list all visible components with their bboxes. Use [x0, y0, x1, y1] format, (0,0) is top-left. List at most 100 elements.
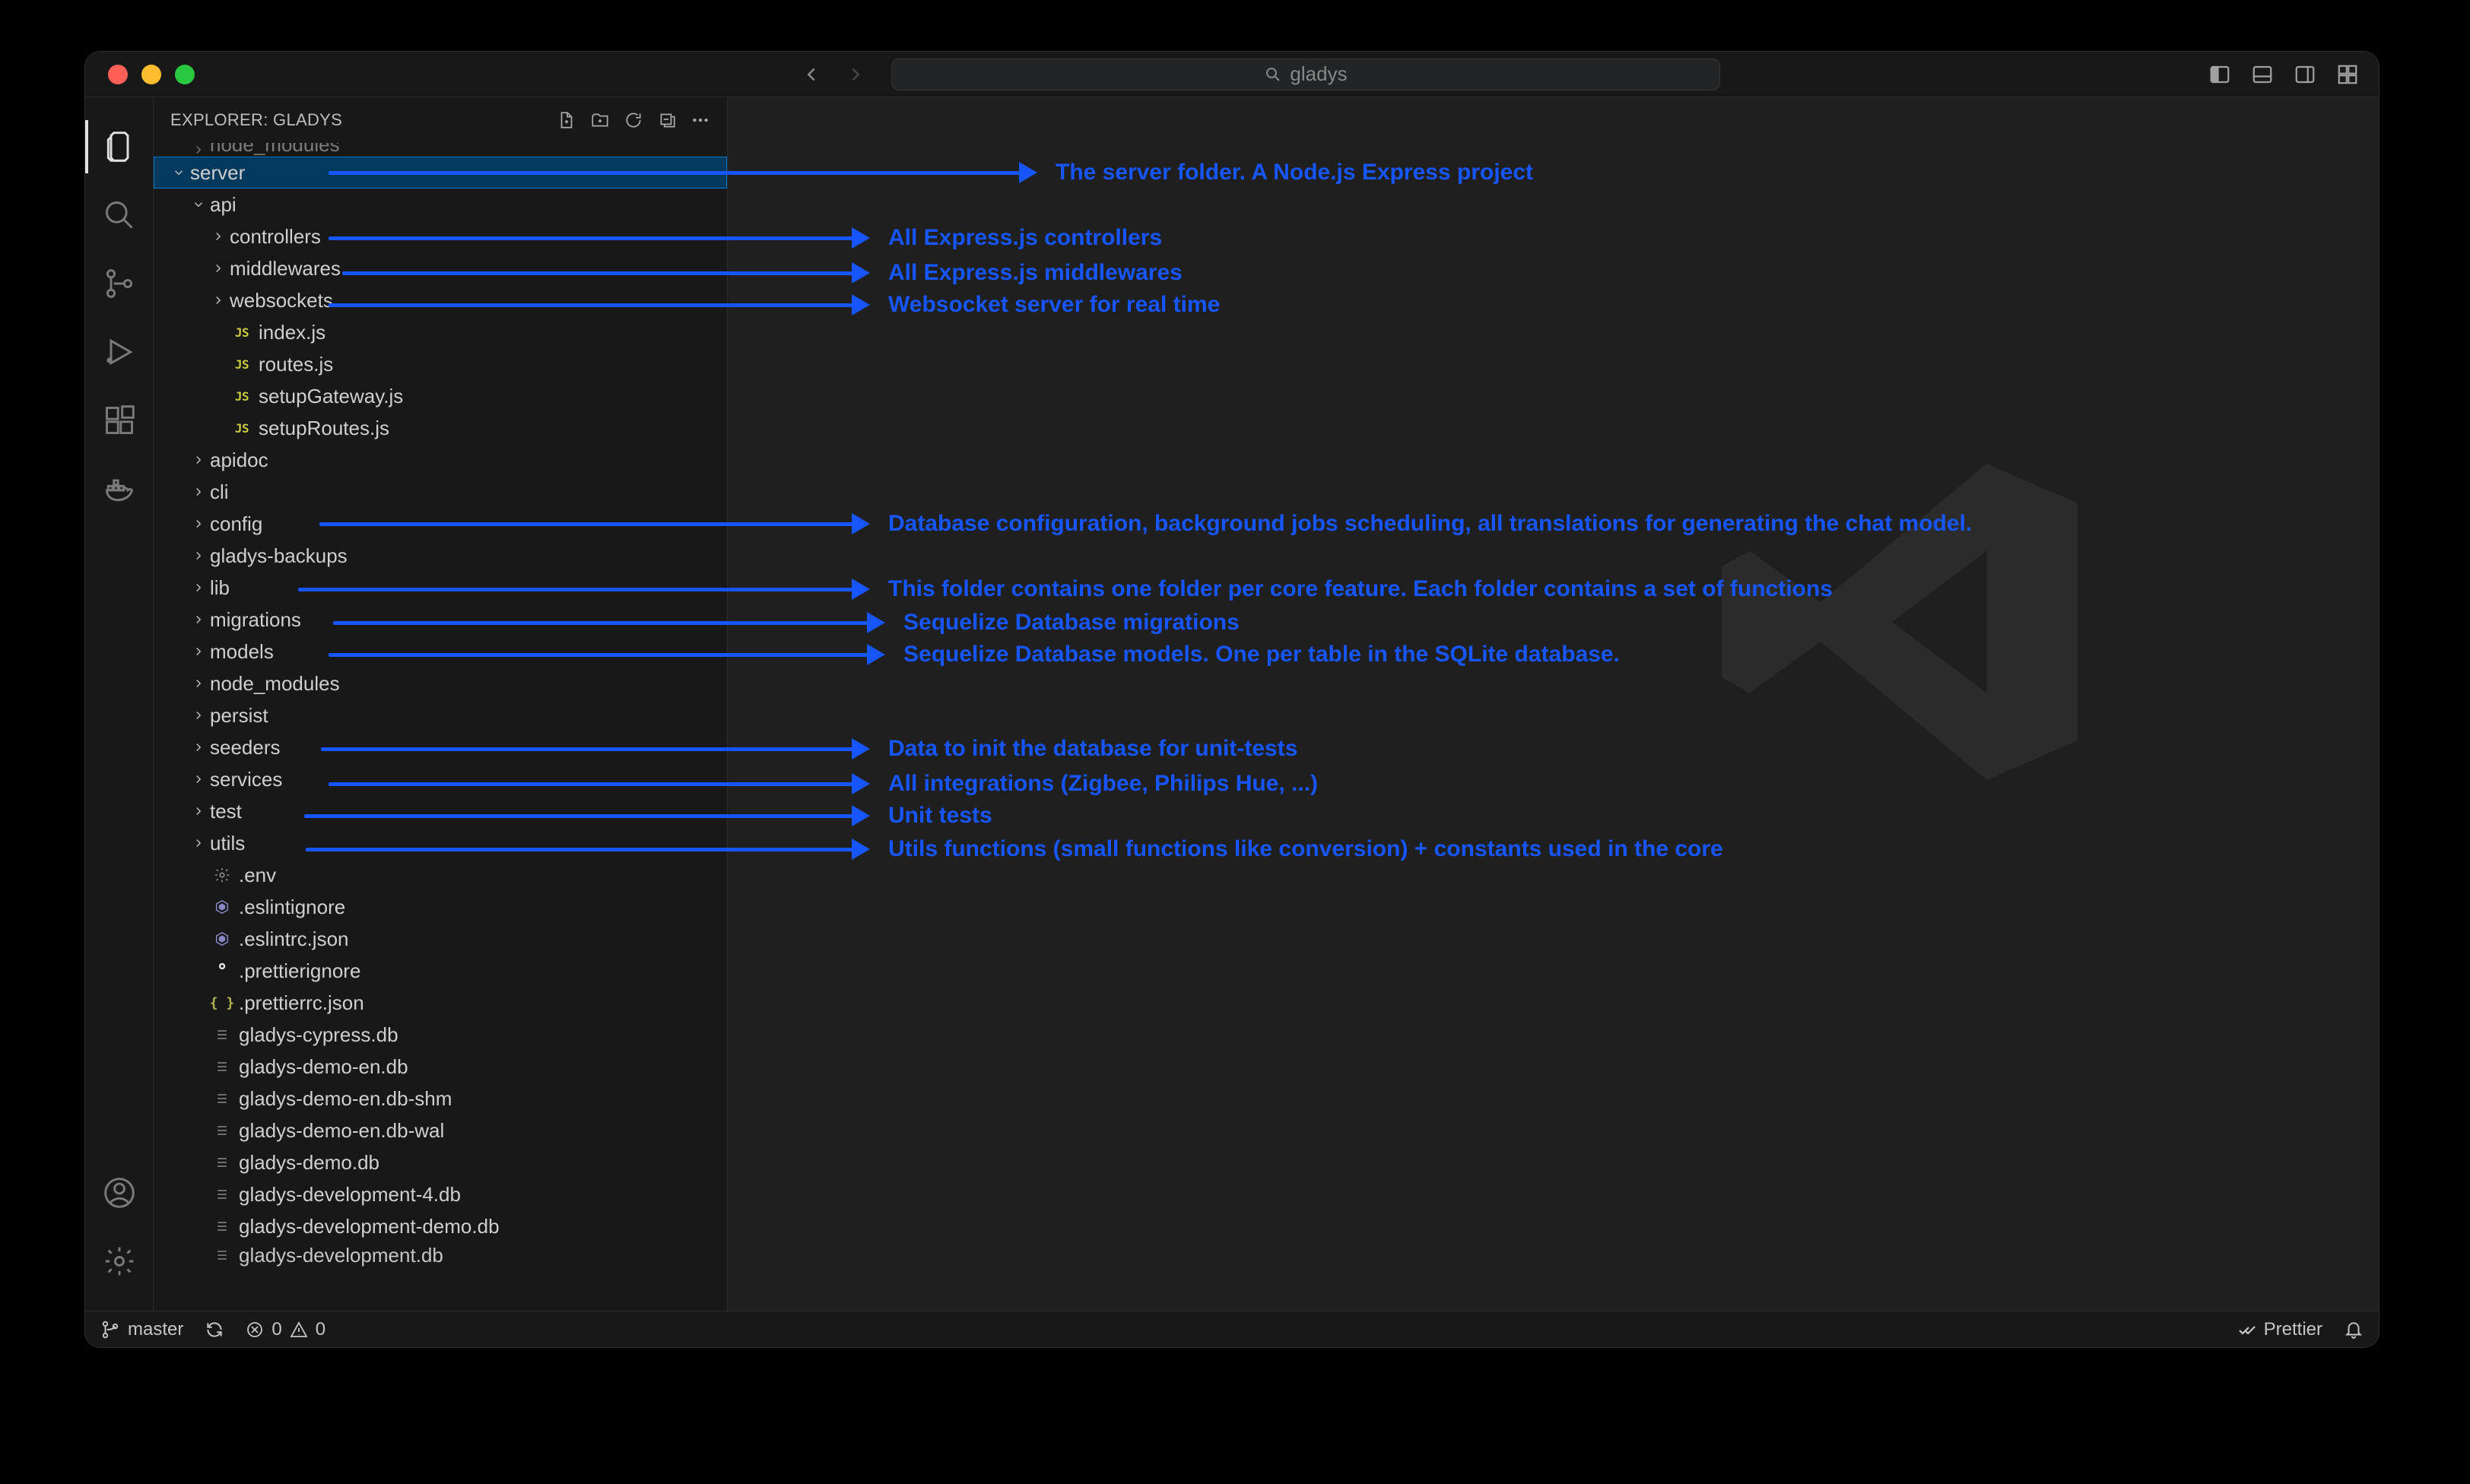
- activity-settings[interactable]: [85, 1227, 154, 1295]
- chevron-right-icon: [187, 740, 210, 754]
- tree-row[interactable]: node_modules: [154, 667, 727, 699]
- status-warning-count: 0: [316, 1319, 325, 1340]
- tree-row[interactable]: gladys-backups: [154, 540, 727, 572]
- tree-row[interactable]: config: [154, 508, 727, 540]
- tree-row[interactable]: gladys-development-4.db: [154, 1178, 727, 1210]
- explorer-header: EXPLORER: GLADYS: [154, 97, 727, 143]
- tree-row[interactable]: lib: [154, 572, 727, 604]
- tree-row[interactable]: middlewares: [154, 252, 727, 284]
- tree-item-label: .eslintignore: [239, 896, 345, 919]
- activity-source-control[interactable]: [85, 249, 154, 318]
- refresh-explorer-button[interactable]: [624, 110, 643, 130]
- tree-row[interactable]: JSsetupGateway.js: [154, 380, 727, 412]
- layout-controls: [2208, 63, 2359, 86]
- main-area: EXPLORER: GLADYS node_modulesserverapico…: [85, 97, 2379, 1311]
- status-prettier[interactable]: Prettier: [2238, 1319, 2322, 1340]
- activity-run-debug[interactable]: [85, 318, 154, 386]
- tree-row[interactable]: test: [154, 795, 727, 827]
- tree-row[interactable]: JSindex.js: [154, 316, 727, 348]
- tree-row[interactable]: apidoc: [154, 444, 727, 476]
- status-problems[interactable]: 0 0: [246, 1319, 325, 1340]
- status-notifications[interactable]: [2344, 1320, 2364, 1340]
- chevron-right-icon: [187, 613, 210, 626]
- chevron-right-icon: [207, 262, 230, 275]
- tree-item-label: test: [210, 800, 242, 823]
- tree-item-label: persist: [210, 704, 268, 728]
- tree-row[interactable]: controllers: [154, 220, 727, 252]
- chevron-right-icon: [187, 581, 210, 595]
- explorer-header-actions: [557, 110, 710, 130]
- error-icon: [246, 1321, 264, 1339]
- tree-row[interactable]: migrations: [154, 604, 727, 636]
- maximize-window-button[interactable]: [175, 65, 195, 84]
- chevron-right-icon: [187, 143, 210, 157]
- more-actions-button[interactable]: [691, 110, 710, 130]
- activity-accounts[interactable]: [85, 1159, 154, 1227]
- tree-row[interactable]: gladys-development.db: [154, 1242, 727, 1268]
- title-bar: gladys: [85, 52, 2379, 97]
- tree-row[interactable]: node_modules: [154, 143, 727, 157]
- nav-back-button[interactable]: [800, 63, 823, 86]
- tree-row[interactable]: JSsetupRoutes.js: [154, 412, 727, 444]
- nav-forward-button[interactable]: [844, 63, 867, 86]
- minimize-window-button[interactable]: [141, 65, 161, 84]
- status-sync[interactable]: [205, 1320, 224, 1340]
- command-center-search[interactable]: gladys: [891, 59, 1720, 90]
- tree-item-label: gladys-development-4.db: [239, 1183, 461, 1207]
- tree-item-label: gladys-development-demo.db: [239, 1215, 500, 1238]
- chevron-right-icon: [187, 709, 210, 722]
- chevron-right-icon: [207, 230, 230, 243]
- tree-row[interactable]: ༚.prettierignore: [154, 955, 727, 987]
- tree-row[interactable]: api: [154, 189, 727, 220]
- chevron-right-icon: [187, 804, 210, 818]
- tree-row[interactable]: websockets: [154, 284, 727, 316]
- tree-row[interactable]: gladys-development-demo.db: [154, 1210, 727, 1242]
- tree-item-label: gladys-demo.db: [239, 1151, 379, 1175]
- tree-row[interactable]: models: [154, 636, 727, 667]
- tree-item-label: gladys-demo-en.db: [239, 1055, 408, 1079]
- new-folder-button[interactable]: [590, 110, 610, 130]
- explorer-sidebar: EXPLORER: GLADYS node_modulesserverapico…: [154, 97, 728, 1311]
- toggle-panel-button[interactable]: [2251, 63, 2274, 86]
- chevron-right-icon: [187, 677, 210, 690]
- tree-item-label: setupRoutes.js: [259, 417, 389, 440]
- tree-row[interactable]: persist: [154, 699, 727, 731]
- tree-item-label: models: [210, 640, 274, 664]
- tree-row[interactable]: .eslintrc.json: [154, 923, 727, 955]
- toggle-secondary-sidebar-button[interactable]: [2294, 63, 2316, 86]
- tree-row[interactable]: cli: [154, 476, 727, 508]
- new-file-button[interactable]: [557, 110, 576, 130]
- chevron-right-icon: [187, 453, 210, 467]
- tree-item-label: .prettierrc.json: [239, 991, 364, 1015]
- tree-row[interactable]: services: [154, 763, 727, 795]
- status-bar: master 0 0 Prettier: [85, 1311, 2379, 1347]
- close-window-button[interactable]: [108, 65, 128, 84]
- tree-item-label: index.js: [259, 321, 325, 344]
- tree-row[interactable]: gladys-demo-en.db-shm: [154, 1083, 727, 1115]
- collapse-folders-button[interactable]: [657, 110, 677, 130]
- tree-row[interactable]: gladys-demo-en.db: [154, 1051, 727, 1083]
- tree-row[interactable]: gladys-cypress.db: [154, 1019, 727, 1051]
- tree-row[interactable]: { }.prettierrc.json: [154, 987, 727, 1019]
- activity-search[interactable]: [85, 181, 154, 249]
- customize-layout-button[interactable]: [2336, 63, 2359, 86]
- tree-row[interactable]: gladys-demo.db: [154, 1146, 727, 1178]
- tree-row[interactable]: .eslintignore: [154, 891, 727, 923]
- activity-extensions[interactable]: [85, 386, 154, 455]
- toggle-primary-sidebar-button[interactable]: [2208, 63, 2231, 86]
- tree-row[interactable]: .env: [154, 859, 727, 891]
- tree-row[interactable]: server: [154, 157, 727, 189]
- file-tree[interactable]: node_modulesserverapicontrollersmiddlewa…: [154, 143, 727, 1311]
- status-branch[interactable]: master: [100, 1319, 183, 1340]
- activity-docker[interactable]: [85, 455, 154, 523]
- tree-row[interactable]: JSroutes.js: [154, 348, 727, 380]
- activity-explorer[interactable]: [85, 113, 154, 181]
- chevron-down-icon: [187, 198, 210, 211]
- tree-item-label: setupGateway.js: [259, 385, 403, 408]
- tree-item-label: node_modules: [210, 672, 340, 696]
- tree-row[interactable]: gladys-demo-en.db-wal: [154, 1115, 727, 1146]
- tree-row[interactable]: seeders: [154, 731, 727, 763]
- tree-row[interactable]: utils: [154, 827, 727, 859]
- tree-item-label: services: [210, 768, 282, 791]
- chevron-down-icon: [167, 166, 190, 179]
